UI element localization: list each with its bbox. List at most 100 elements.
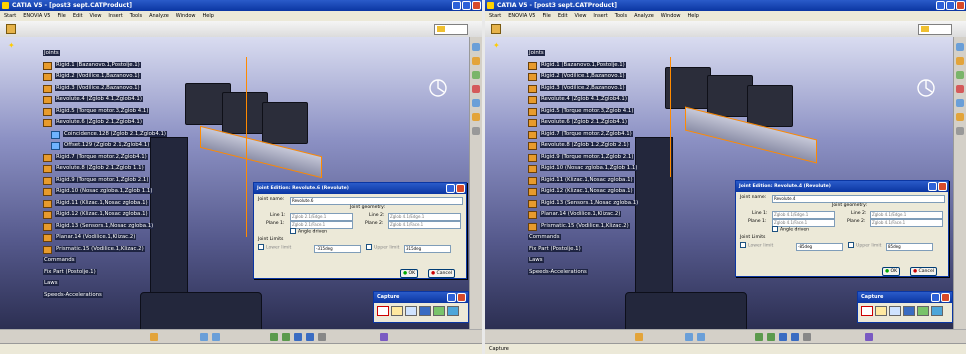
menu-tools[interactable]: Tools [130,13,142,19]
capture-options-icon[interactable] [405,306,417,316]
fit-all-icon[interactable] [150,333,158,341]
album-icon[interactable] [903,306,915,316]
title-bar[interactable]: CATIA V5 - [post3 sept.CATProduct] [0,0,482,11]
select-mode-icon[interactable] [875,306,887,316]
tree-node[interactable]: Rigid.10 (Nosac zgloba.1,Zglob 1.1) [520,164,639,176]
pan-icon[interactable] [200,333,208,341]
menu-window[interactable]: Window [661,13,681,19]
render-icon[interactable] [306,333,314,341]
tree-node[interactable]: Prismatic.15 (Vodilice.1,Klizac.2) [35,245,167,257]
menu-enovia[interactable]: ENOVIA V5 [508,13,535,19]
close-icon[interactable] [456,184,465,193]
layer-combo[interactable] [918,24,952,35]
tree-node[interactable]: Rigid.13 (Sensors.1,Nosac zgloba.1) [35,222,167,234]
menu-analyze[interactable]: Analyze [634,13,654,19]
menu-window[interactable]: Window [176,13,196,19]
tree-node-joints[interactable]: Joints [35,49,167,61]
minimize-icon[interactable] [452,1,461,10]
tree-node[interactable]: Rigid.11 (Klizac.1,Nosac zgloba.1) [520,176,639,188]
tree-node[interactable]: Revolute.6 (Zglob 2.1,Zglob4.1) [35,118,167,130]
tree-node-fix-part[interactable]: Fix Part (Postolje.1) [35,268,167,280]
zoom-out-icon[interactable] [767,333,775,341]
tree-node[interactable]: Revolute.4 (Zglob 4.1,Zglob4.1) [35,95,167,107]
tree-node[interactable]: Revolute.8 (Zglob 2.1,Zglob 1.1) [35,164,167,176]
zoom-in-icon[interactable] [755,333,763,341]
upper-limit-field[interactable]: 85deg [886,243,933,251]
workbench-icon[interactable] [6,24,16,34]
close-icon[interactable] [457,293,466,302]
menu-start[interactable]: Start [489,13,501,19]
help-icon[interactable] [928,182,937,191]
capture-options-icon[interactable] [889,306,901,316]
tree-node[interactable]: Revolute.8 (Zglob 1.2,Zglob 2.1) [520,141,639,153]
tree-node-speeds[interactable]: Speeds-Accelerations [35,291,167,303]
tree-node[interactable]: Planar.14 (Vodilice.1,Klizac.2) [520,210,639,222]
menu-edit[interactable]: Edit [558,13,568,19]
tree-node[interactable]: Planar.14 (Vodilice.1,Klizac.2) [35,233,167,245]
tree-node[interactable]: Rigid.11 (Klizac.1,Nosac zgloba.1) [35,199,167,211]
menu-view[interactable]: View [575,13,587,19]
tree-node[interactable]: Rigid.12 (Klizac.1,Nosac zgloba.1) [520,187,639,199]
hide-show-icon[interactable] [318,333,326,341]
tree-node[interactable]: Prismatic.15 (Vodilice.1,Klizac.2) [520,222,639,234]
toolbar-icon[interactable] [956,43,964,51]
tree-node[interactable]: Rigid.2 (Vodilice.1,Bazanovo.1) [520,72,639,84]
menu-edit[interactable]: Edit [73,13,83,19]
tree-node[interactable]: Rigid.12 (Klizac.1,Nosac zgloba.1) [35,210,167,222]
menu-file[interactable]: File [57,13,65,19]
tree-node-laws[interactable]: Laws [520,256,639,268]
help-icon[interactable] [447,293,456,302]
normal-view-icon[interactable] [779,333,787,341]
menu-view[interactable]: View [90,13,102,19]
upper-limit-checkbox[interactable]: Upper limit [848,242,881,251]
tree-node-constraint[interactable]: Offset.129 (Zglob 2.1,Zglob4.1) [35,141,167,153]
menu-analyze[interactable]: Analyze [149,13,169,19]
lower-limit-checkbox[interactable]: Lower limit [740,242,773,251]
dialog-title[interactable]: Joint Edition: Revolute.6 (Revolute) [254,183,466,194]
minimize-icon[interactable] [936,1,945,10]
title-bar[interactable]: CATIA V5 - [post3 sept.CATProduct] [485,0,966,11]
cancel-button[interactable]: ● Cancel [428,269,456,278]
save-image-icon[interactable] [447,306,459,316]
tree-node-constraint[interactable]: Coincidence.128 (Zglob 2.1,Zglob4.1) [35,130,168,142]
3d-viewport[interactable]: ✦ Joints Rigid.1 (Bazanovo.1,Postolje.1)… [485,37,954,329]
menu-insert[interactable]: Insert [108,13,122,19]
maximize-icon[interactable] [462,1,471,10]
select-mode-icon[interactable] [391,306,403,316]
upper-limit-field[interactable]: 315deg [404,245,451,253]
hide-show-icon[interactable] [803,333,811,341]
normal-view-icon[interactable] [294,333,302,341]
tree-node[interactable]: Rigid.3 (Vodilice.2,Bazanovo.1) [520,84,639,96]
ok-button[interactable]: ● OK [882,267,901,276]
tree-node[interactable]: Rigid.5 (Torque motor.3,Zglob 4.1) [35,107,167,119]
capture-title-bar[interactable]: Capture [374,292,468,303]
menu-help[interactable]: Help [203,13,214,19]
tree-node[interactable]: Revolute.4 (Zglob 4.1,Zglob4.1) [520,95,639,107]
layer-combo[interactable] [434,24,468,35]
menu-file[interactable]: File [542,13,550,19]
tree-node-fix-part[interactable]: Fix Part (Postolje.1) [520,245,639,257]
workbench-icon[interactable] [491,24,501,34]
lower-limit-field[interactable]: -85deg [796,243,843,251]
zoom-out-icon[interactable] [282,333,290,341]
save-image-icon[interactable] [931,306,943,316]
close-icon[interactable] [938,182,947,191]
toolbar-icon[interactable] [472,43,480,51]
record-icon[interactable] [377,306,389,316]
album-icon[interactable] [419,306,431,316]
toolbar-icon[interactable] [472,113,480,121]
tree-node[interactable]: Rigid.7 (Torque motor.2,Zglob4.1) [520,130,639,142]
capture-title-bar[interactable]: Capture [858,292,952,303]
measure-icon[interactable] [380,333,388,341]
cancel-button[interactable]: ● Cancel [910,267,938,276]
print-icon[interactable] [917,306,929,316]
tree-node[interactable]: Rigid.10 (Nosac zgloba.1,Zglob 1.1) [35,187,167,199]
tree-node-laws[interactable]: Laws [35,279,167,291]
tree-node[interactable]: Rigid.9 (Torque motor.1,Zglob 2.1) [520,153,639,165]
menu-help[interactable]: Help [688,13,699,19]
toolbar-icon[interactable] [472,99,480,107]
tree-node[interactable]: Rigid.9 (Torque motor.1,Zglob 2.1) [35,176,167,188]
toolbar-icon[interactable] [472,85,480,93]
tree-node-commands[interactable]: Commands [520,233,639,245]
tree-node-joints[interactable]: Joints [520,49,639,61]
